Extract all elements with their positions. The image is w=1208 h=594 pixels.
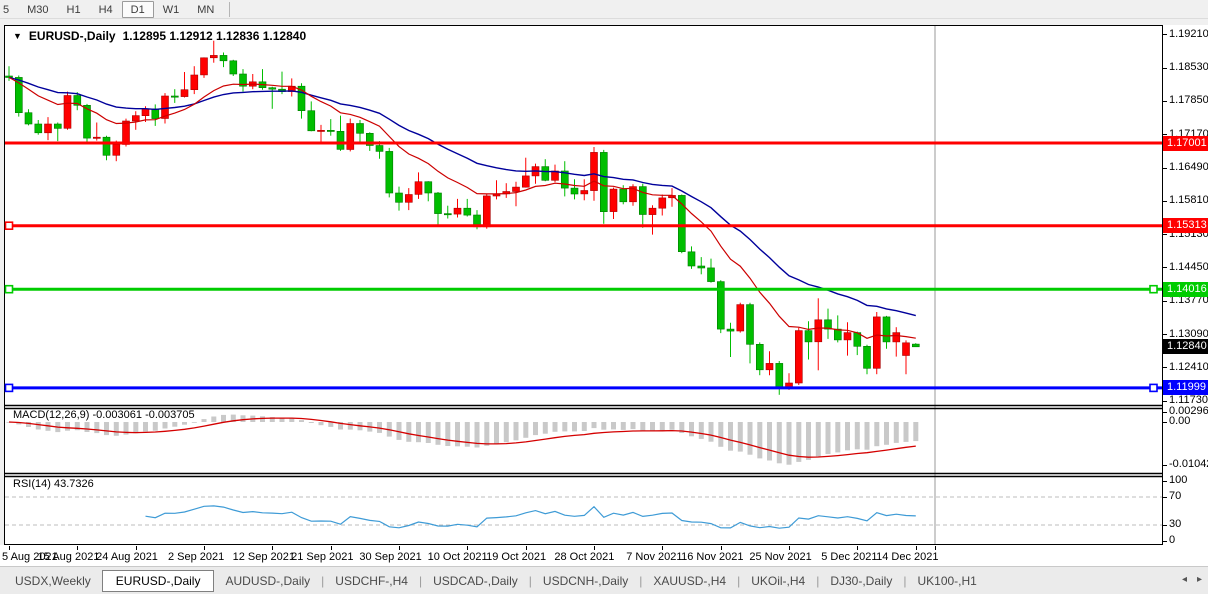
rsi-axis-label: 100	[1169, 474, 1188, 486]
date-label: 10 Oct 2021	[427, 551, 488, 563]
time-axis-tick	[467, 546, 469, 550]
axis-tick	[1163, 334, 1167, 336]
price-axis-label: 1.19210	[1169, 27, 1208, 40]
time-axis-tick	[594, 546, 595, 550]
chart-tab-usdcnh-daily[interactable]: USDCNH-,Daily	[532, 571, 639, 591]
timeframe-button-h1[interactable]: H1	[58, 1, 90, 18]
date-label: 30 Sep 2021	[359, 551, 422, 563]
date-label: 24 Aug 2021	[96, 551, 158, 563]
time-axis-tick	[9, 546, 10, 550]
time-axis-tick	[525, 546, 527, 550]
level-price-badge: 1.15313	[1163, 218, 1208, 234]
chart-tab-ukoil-h4[interactable]: UKOil-,H4	[740, 571, 816, 591]
timeframe-button-mn[interactable]: MN	[188, 1, 223, 18]
axis-tick	[1163, 67, 1167, 69]
time-axis-tick	[77, 546, 79, 550]
date-label: 16 Nov 2021	[681, 551, 744, 563]
macd-axis-label: 0.00	[1169, 415, 1191, 427]
date-label: 15 Aug 2021	[37, 551, 100, 563]
price-axis-label: 1.18530	[1169, 61, 1208, 74]
price-axis-label: 1.14450	[1169, 260, 1208, 273]
time-axis-tick	[135, 546, 137, 550]
time-axis-tick	[204, 546, 205, 550]
level-price-badge: 1.14016	[1163, 281, 1208, 297]
level-price-badge: 1.17001	[1163, 135, 1208, 151]
dropdown-arrow-icon[interactable]: ▼	[13, 31, 22, 41]
axis-tick	[1163, 496, 1167, 498]
price-axis-label: 1.12410	[1169, 360, 1208, 373]
chart-tab-bar: USDX,Weekly EURUSD-,Daily AUDUSD-,Daily | US…	[0, 566, 1208, 594]
toolbar-divider	[229, 1, 231, 17]
chart-ohlc-readout: 1.12895 1.12912 1.12836 1.12840	[122, 29, 307, 43]
time-axis: 5 Aug 2021 15 Aug 2021 24 Aug 2021 2 Sep 20…	[0, 545, 1208, 566]
level-price-badge: 1.11999	[1163, 380, 1208, 396]
time-axis-tick	[720, 546, 722, 550]
chart-tab-audusd-daily[interactable]: AUDUSD-,Daily	[214, 571, 321, 591]
chart-tab-eurusd-daily[interactable]: EURUSD-,Daily	[101, 570, 215, 592]
axis-tick	[1163, 234, 1167, 236]
date-label: 21 Sep 2021	[291, 551, 354, 563]
timeframe-button-5[interactable]: 5	[0, 1, 18, 18]
timeframe-button-h4[interactable]: H4	[90, 1, 122, 18]
chart-area[interactable]: ▼ EURUSD-,Daily 1.12895 1.12912 1.12836 …	[4, 25, 1163, 545]
axis-tick	[1163, 300, 1167, 302]
axis-tick	[1163, 464, 1167, 466]
axis-tick	[1163, 400, 1167, 402]
price-axis-label: 1.16490	[1169, 161, 1208, 174]
axis-tick	[1163, 200, 1167, 202]
price-axis-label: 1.15810	[1169, 194, 1208, 207]
rsi-axis-label: 70	[1169, 490, 1182, 502]
time-axis-tick	[399, 546, 400, 550]
chart-tab-usdchf-h4[interactable]: USDCHF-,H4	[324, 571, 419, 591]
chart-canvas[interactable]	[4, 25, 1163, 545]
axis-tick	[1163, 34, 1167, 36]
time-axis-tick	[789, 546, 790, 550]
chart-tab-xauusd-h4[interactable]: XAUUSD-,H4	[642, 571, 737, 591]
date-label: 28 Oct 2021	[554, 551, 615, 563]
date-label: 12 Sep 2021	[232, 551, 296, 563]
date-label: 14 Dec 2021	[876, 551, 939, 563]
timeframe-button-d1[interactable]: D1	[121, 0, 154, 18]
timeframe-button-m30[interactable]: M30	[18, 1, 57, 18]
timeframe-button-w1[interactable]: W1	[154, 1, 189, 18]
chart-tab-usdx-weekly[interactable]: USDX,Weekly	[4, 571, 102, 591]
rsi-label: RSI(14) 43.7326	[13, 478, 94, 490]
current-price-badge: 1.12840	[1163, 339, 1208, 355]
mt4-window: 5 M30 H1 H4 D1 W1 MN ▼ EURUSD-,Daily 1.12895 1…	[0, 0, 1208, 594]
chart-symbol: EURUSD-,Daily	[28, 29, 116, 43]
time-axis-tick	[915, 546, 917, 550]
chart-tab-usdcad-daily[interactable]: USDCAD-,Daily	[422, 571, 529, 591]
axis-tick	[1163, 100, 1167, 102]
timeframe-toolbar: 5 M30 H1 H4 D1 W1 MN	[0, 0, 1208, 19]
time-axis-tick	[935, 546, 936, 550]
axis-tick	[1163, 540, 1167, 542]
axis-tick	[1163, 411, 1167, 413]
chart-title: ▼ EURUSD-,Daily 1.12895 1.12912 1.12836 …	[13, 29, 306, 43]
macd-label: MACD(12,26,9) -0.003061 -0.003705	[13, 409, 195, 421]
rsi-axis-label: 30	[1169, 518, 1182, 530]
axis-tick	[1163, 167, 1167, 169]
axis-tick	[1163, 267, 1167, 269]
time-axis-tick	[272, 546, 274, 550]
date-label: 25 Nov 2021	[749, 551, 812, 563]
date-label: 2 Sep 2021	[168, 551, 225, 563]
time-axis-tick	[662, 546, 664, 550]
price-axis-label: 1.17850	[1169, 94, 1208, 107]
date-label: 7 Nov 2021	[626, 551, 683, 563]
chart-tab-uk100-h1[interactable]: UK100-,H1	[906, 571, 987, 591]
price-axis-label: 1.13090	[1169, 327, 1208, 340]
tab-scroll-right-icon[interactable]: ▸	[1197, 574, 1202, 585]
axis-tick	[1163, 367, 1167, 369]
chart-tab-dj30-daily[interactable]: DJ30-,Daily	[819, 571, 903, 591]
axis-tick	[1163, 524, 1167, 526]
date-label: 5 Dec 2021	[821, 551, 878, 563]
date-label: 19 Oct 2021	[486, 551, 547, 563]
price-axis: 1.19210 1.18530 1.17850 1.17170 1.16490 1.158…	[1163, 25, 1208, 546]
time-axis-tick	[330, 546, 332, 550]
axis-tick	[1163, 421, 1167, 423]
axis-tick	[1163, 480, 1167, 482]
time-axis-tick	[857, 546, 859, 550]
tab-scroll-left-icon[interactable]: ◂	[1182, 574, 1187, 585]
macd-axis-label: -0.010422	[1169, 458, 1208, 470]
